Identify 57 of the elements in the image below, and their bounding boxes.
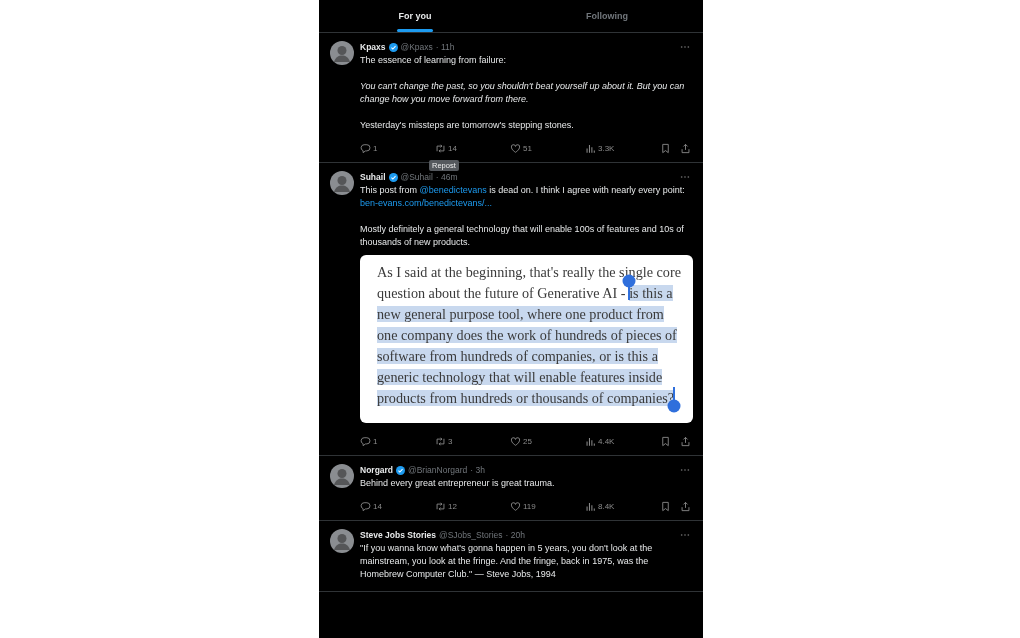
avatar-icon[interactable] bbox=[330, 41, 354, 65]
speech-bubble-icon bbox=[360, 500, 371, 512]
heart-icon bbox=[510, 500, 521, 512]
post-link[interactable]: ben-evans.com/benedictevans/... bbox=[360, 198, 493, 208]
speech-bubble-icon bbox=[360, 435, 371, 447]
feed-tab[interactable]: For you bbox=[319, 0, 511, 32]
repost-arrows-icon bbox=[435, 142, 446, 154]
repost-button[interactable]: 3 bbox=[435, 435, 510, 447]
author-name[interactable]: Steve Jobs Stories bbox=[360, 530, 437, 540]
views-button[interactable]: 3.3K bbox=[585, 142, 660, 154]
post-handle[interactable]: @BrianNorgard bbox=[408, 465, 468, 475]
post-time: · 46m bbox=[435, 172, 458, 182]
bookmark-icon[interactable] bbox=[660, 142, 671, 154]
reply-button[interactable]: 1 bbox=[360, 435, 435, 447]
speech-bubble-icon bbox=[360, 142, 371, 154]
post-handle[interactable]: @SJobs_Stories bbox=[439, 530, 503, 540]
bookmark-icon[interactable] bbox=[660, 500, 671, 512]
like-button[interactable]: 51 bbox=[510, 142, 585, 154]
heart-icon bbox=[510, 142, 521, 154]
post-text: Yesterday's missteps are tomorrow's stepping stones. bbox=[360, 119, 575, 132]
views-button[interactable]: 4.4K bbox=[585, 435, 660, 447]
bar-chart-icon bbox=[585, 500, 596, 512]
post-time: · 11h bbox=[435, 42, 455, 52]
views-button[interactable]: 8.4K bbox=[585, 500, 660, 512]
post-text: Behind every great entrepreneur is great trauma. bbox=[360, 477, 556, 490]
post-text: "If you wanna know what's gonna happen in 5 years, you don't look at the mainstream, you look at the fringe. And the fringe, back in 1975, was the Homebrew Computer Club." — Steve Jobs, 1994 bbox=[360, 542, 654, 581]
heart-icon bbox=[510, 435, 521, 447]
repost-button[interactable]: 12 bbox=[435, 500, 510, 512]
share-icon[interactable] bbox=[680, 435, 691, 447]
bar-chart-icon bbox=[585, 142, 596, 154]
post-text: Mostly definitely a general technology that will enable 100s of features and 10s of thousands of new products. bbox=[360, 223, 685, 249]
repost-arrows-icon bbox=[435, 500, 446, 512]
like-button[interactable]: 25 bbox=[510, 435, 585, 447]
post-handle[interactable]: @Suhail bbox=[400, 172, 433, 182]
feed-tab[interactable]: Following bbox=[511, 0, 703, 32]
post-text: This post from @benedictevans is dead on. I think I agree with nearly every point: ben-evans.com/benedictevans/... bbox=[360, 184, 686, 210]
post-text: The essence of learning from failure: bbox=[360, 54, 508, 67]
share-icon[interactable] bbox=[680, 500, 691, 512]
repost-button[interactable]: 14 bbox=[435, 142, 510, 154]
post-link[interactable]: @benedictevans bbox=[419, 185, 487, 195]
author-name[interactable]: Kpaxs bbox=[360, 42, 386, 52]
post-time: · 3h bbox=[470, 465, 485, 475]
reply-button[interactable]: 1 bbox=[360, 142, 435, 154]
post-time: · 20h bbox=[505, 530, 525, 540]
author-name[interactable]: Suhail bbox=[360, 172, 386, 182]
author-name[interactable]: Norgard bbox=[360, 465, 394, 475]
bookmark-icon[interactable] bbox=[660, 435, 671, 447]
avatar-icon[interactable] bbox=[330, 171, 354, 195]
bar-chart-icon bbox=[585, 435, 596, 447]
like-button[interactable]: 119 bbox=[510, 500, 585, 512]
avatar-icon[interactable] bbox=[330, 464, 354, 488]
repost-arrows-icon bbox=[435, 435, 446, 447]
reply-button[interactable]: 14 bbox=[360, 500, 435, 512]
share-icon[interactable] bbox=[680, 142, 691, 154]
avatar-icon[interactable] bbox=[330, 529, 354, 553]
post-handle[interactable]: @Kpaxs bbox=[400, 42, 433, 52]
post-text: You can't change the past, so you shouldn't beat yourself up about it. But you can change how you move forward from there. bbox=[360, 80, 686, 106]
